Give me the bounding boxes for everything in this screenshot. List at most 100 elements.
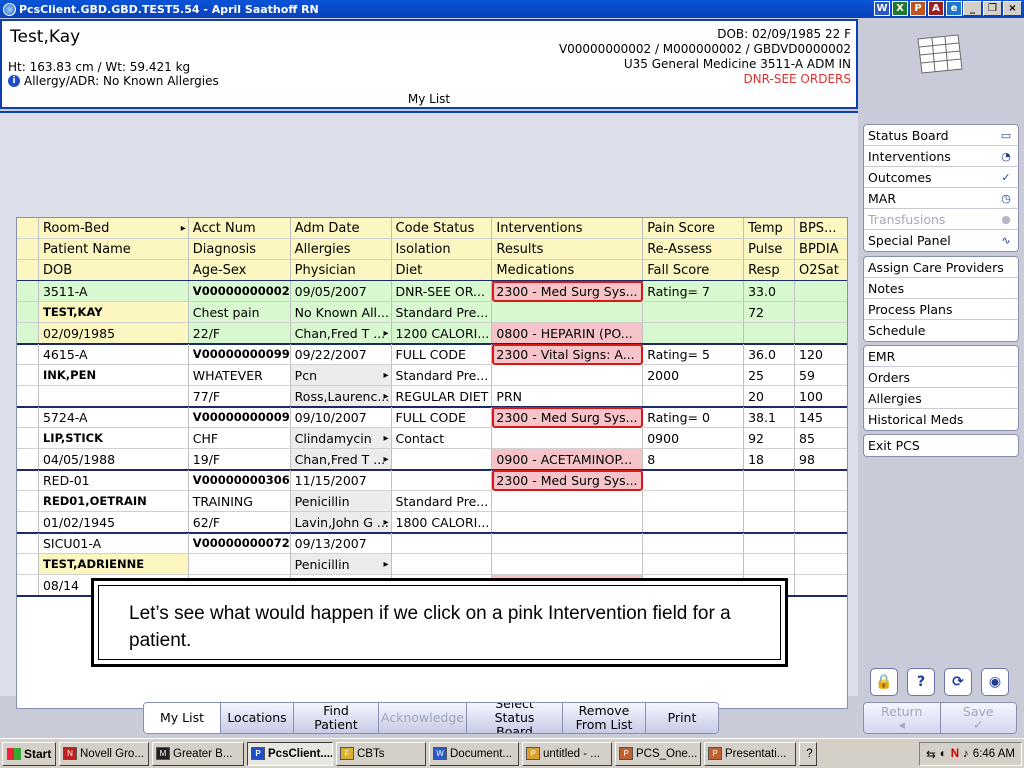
patient-row[interactable]: RED-01 V00000000306 11/15/2007 2300 - Med S… [17, 470, 847, 491]
cell-pain-score[interactable]: Rating= 7 [643, 281, 745, 302]
cell-interventions[interactable] [492, 428, 644, 449]
cell-code-status[interactable]: Standard Pre... [391, 365, 493, 386]
minimize-button[interactable]: _ [963, 1, 982, 16]
cell-code-status[interactable] [391, 533, 493, 554]
cell-adm-date[interactable]: No Known All... [290, 302, 392, 323]
cell-temp[interactable]: 20 [744, 386, 796, 407]
cell-code-status[interactable] [391, 470, 493, 491]
sidebar-item-mar[interactable]: MAR ◷ [864, 188, 1018, 209]
refresh-icon[interactable]: ⟳ [944, 668, 972, 696]
column-header-interventions[interactable]: Results [492, 239, 644, 260]
column-header-interventions[interactable]: Medications [492, 260, 644, 281]
cell-room-bed[interactable]: 5724-A [38, 407, 189, 428]
cell-interventions[interactable] [492, 512, 644, 533]
cell-adm-date[interactable]: Clindamycin [290, 428, 392, 449]
row-selector[interactable] [17, 407, 39, 428]
excel-icon[interactable]: X [892, 1, 908, 16]
taskbar-item[interactable]: P PCS_One... [615, 741, 701, 766]
cell-pain-score[interactable] [643, 491, 745, 512]
row-selector[interactable] [17, 302, 39, 323]
cell-acct-num[interactable]: TRAINING [188, 491, 291, 512]
patient-row[interactable]: SICU01-A V00000000072 09/13/2007 [17, 533, 847, 554]
cell-bps[interactable]: 145 [795, 407, 847, 428]
cell-adm-date[interactable]: 11/15/2007 [290, 470, 392, 491]
patient-row[interactable]: INK,PENWHATEVERPcnStandard Pre... 2000255… [17, 365, 847, 386]
tab-locations[interactable]: Locations [221, 703, 294, 733]
cell-interventions[interactable] [492, 365, 644, 386]
row-selector[interactable] [17, 323, 39, 344]
column-header-pain-score[interactable]: Fall Score [643, 260, 745, 281]
return-button[interactable]: Return ◂ [864, 703, 941, 733]
cell-room-bed[interactable]: 02/09/1985 [38, 323, 189, 344]
row-selector[interactable] [17, 239, 39, 260]
patient-row[interactable]: 01/02/194562/FLavin,John G ...1800 CALOR… [17, 512, 847, 533]
row-selector[interactable] [17, 218, 39, 239]
cell-acct-num[interactable]: V00000000072 [188, 533, 291, 554]
cell-temp[interactable] [744, 491, 796, 512]
cell-temp[interactable]: 18 [744, 449, 796, 470]
cell-interventions[interactable]: 2300 - Med Surg Sys... [492, 407, 644, 428]
row-selector[interactable] [17, 533, 39, 554]
cell-temp[interactable] [744, 323, 796, 344]
cell-pain-score[interactable] [643, 302, 745, 323]
sidebar-item-interventions[interactable]: Interventions ◔ [864, 146, 1018, 167]
taskbar-item[interactable]: N Novell Gro... [59, 741, 149, 766]
column-header-bps[interactable]: O2Sat [795, 260, 847, 281]
cell-room-bed[interactable]: 4615-A [38, 344, 189, 365]
row-selector[interactable] [17, 512, 39, 533]
cell-acct-num[interactable]: V00000000009 [188, 407, 291, 428]
cell-room-bed[interactable]: RED-01 [38, 470, 189, 491]
row-selector[interactable] [17, 386, 39, 407]
cell-code-status[interactable]: FULL CODE [391, 344, 493, 365]
cell-interventions[interactable]: 0900 - ACETAMINOP... [492, 449, 644, 470]
access-icon[interactable]: A [928, 1, 944, 16]
cell-bps[interactable] [795, 533, 847, 554]
cell-code-status[interactable]: FULL CODE [391, 407, 493, 428]
cell-bps[interactable] [795, 470, 847, 491]
cell-code-status[interactable]: Contact [391, 428, 493, 449]
cell-interventions[interactable]: 2300 - Med Surg Sys... [492, 470, 644, 491]
cell-room-bed[interactable]: 04/05/1988 [38, 449, 189, 470]
lock-icon[interactable]: 🔒 [870, 668, 898, 696]
cell-pain-score[interactable]: Rating= 0 [643, 407, 745, 428]
column-header-interventions[interactable]: Interventions [492, 218, 644, 239]
cell-room-bed[interactable]: SICU01-A [38, 533, 189, 554]
cell-interventions[interactable]: 2300 - Med Surg Sys... [492, 281, 644, 302]
cell-bps[interactable] [795, 554, 847, 575]
column-header-temp[interactable]: Pulse [744, 239, 796, 260]
cell-acct-num[interactable]: V00000000099 [188, 344, 291, 365]
cell-bps[interactable]: 120 [795, 344, 847, 365]
cell-adm-date[interactable]: 09/22/2007 [290, 344, 392, 365]
cell-temp[interactable]: 92 [744, 428, 796, 449]
sidebar-item-schedule[interactable]: Schedule [864, 320, 1018, 341]
column-header-code-status[interactable]: Code Status [391, 218, 493, 239]
taskbar-item[interactable]: Puntitled - ... [522, 741, 612, 766]
sidebar-item-outcomes[interactable]: Outcomes ✓ [864, 167, 1018, 188]
help-icon[interactable]: ? [799, 741, 817, 766]
cell-temp[interactable]: 33.0 [744, 281, 796, 302]
patient-row[interactable]: LIP,STICKCHFClindamycinContact 09009285 [17, 428, 847, 449]
close-button[interactable]: × [1003, 1, 1022, 16]
tab-find-patient[interactable]: Find Patient [294, 703, 379, 733]
row-selector[interactable] [17, 575, 39, 596]
cell-acct-num[interactable]: 19/F [188, 449, 291, 470]
help-icon[interactable]: ? [907, 668, 935, 696]
cell-bps[interactable] [795, 575, 847, 596]
powerpoint-icon[interactable]: P [910, 1, 926, 16]
column-header-adm-date[interactable]: Allergies [290, 239, 392, 260]
sidebar-item-special-panel[interactable]: Special Panel ∿ [864, 230, 1018, 251]
taskbar-item[interactable]: M Greater B... [152, 741, 244, 766]
column-header-temp[interactable]: Resp [744, 260, 796, 281]
cell-temp[interactable] [744, 512, 796, 533]
cell-room-bed[interactable] [38, 386, 189, 407]
tab-my-list[interactable]: My List [144, 703, 221, 733]
sidebar-item-allergies[interactable]: Allergies [864, 388, 1018, 409]
cell-bps[interactable] [795, 302, 847, 323]
cell-acct-num[interactable]: V00000000002 [188, 281, 291, 302]
cell-room-bed[interactable]: 01/02/1945 [38, 512, 189, 533]
cell-acct-num[interactable]: Chest pain [188, 302, 291, 323]
column-header-code-status[interactable]: Isolation [391, 239, 493, 260]
patient-row[interactable]: 5724-A V00000000009 09/10/2007 FULL CODE 230… [17, 407, 847, 428]
cell-adm-date[interactable]: 09/05/2007 [290, 281, 392, 302]
patient-row[interactable]: RED01,OETRAIN TRAINING Penicillin Standard … [17, 491, 847, 512]
